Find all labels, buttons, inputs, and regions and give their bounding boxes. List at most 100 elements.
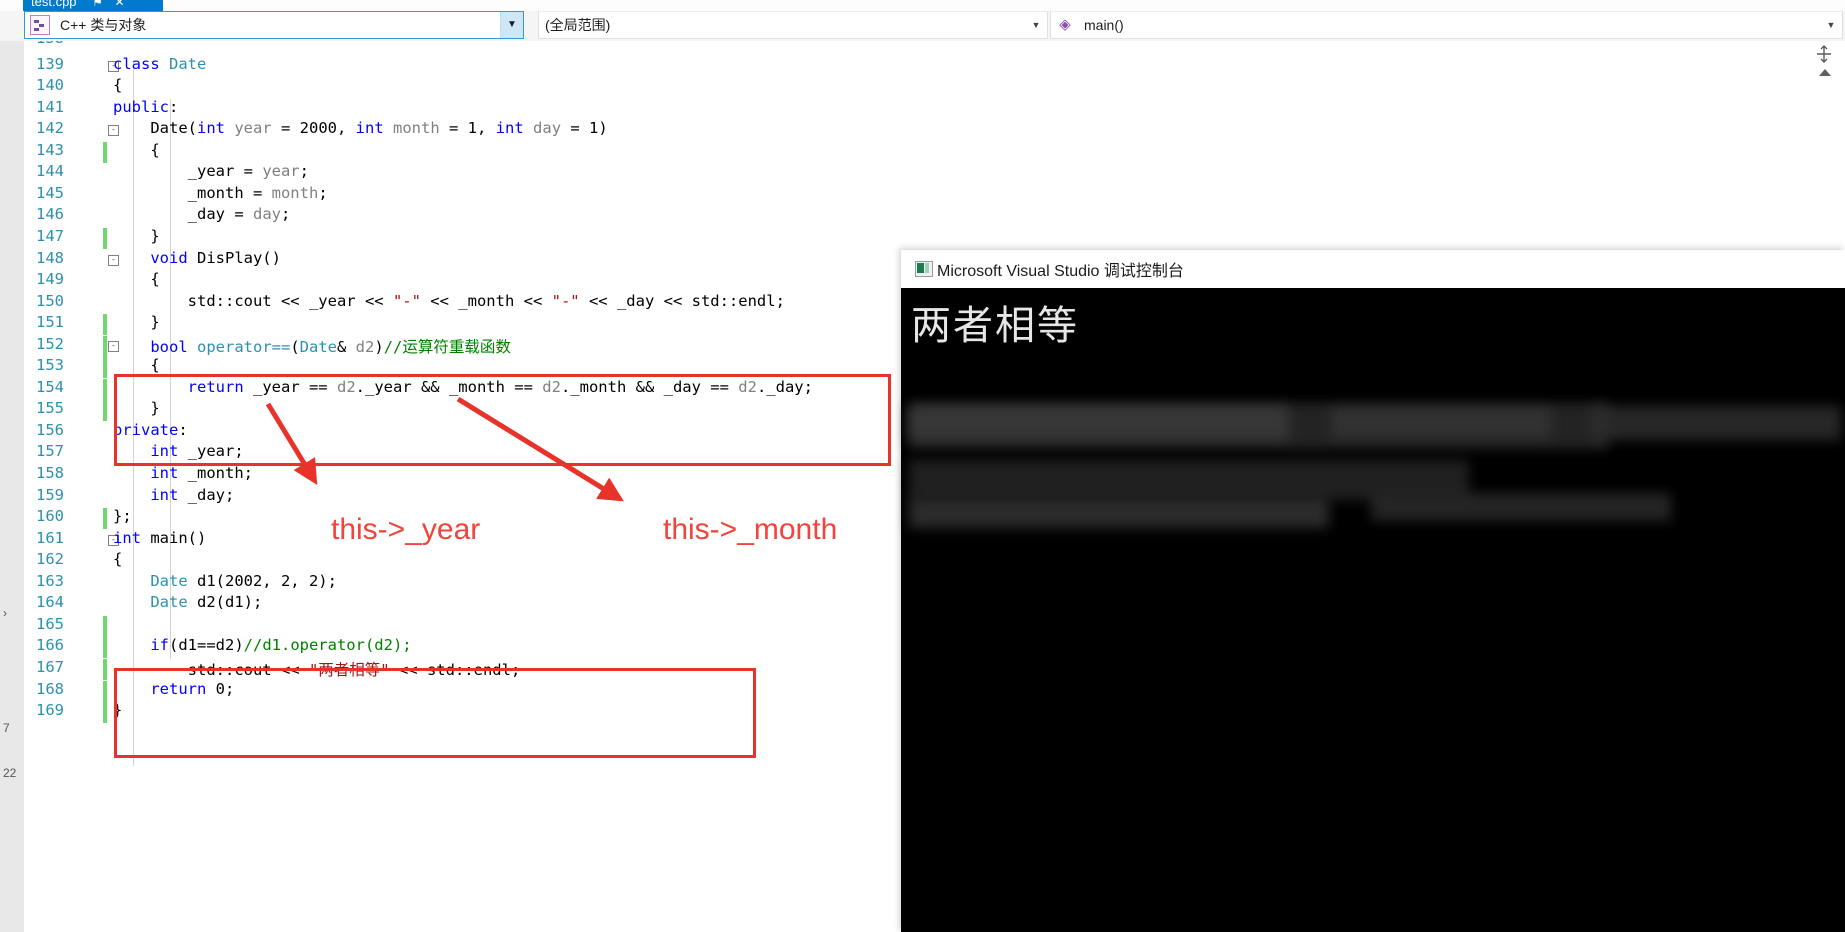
line-number: 146 [36,205,64,224]
scope-combo[interactable]: (全局范围) ▼ [538,11,1048,39]
code-token: int [150,485,179,504]
line-number: 163 [36,571,64,590]
code-line[interactable]: Date d1(2002, 2, 2); [113,572,337,590]
code-token: year [262,162,300,181]
left-margin-mark: 22 [3,766,17,780]
code-token: day [252,205,281,224]
line-number: 165 [36,614,64,633]
change-marker [103,637,107,659]
project-combo[interactable]: C++ 类与对象 ▼ [24,11,524,39]
line-number: 155 [36,399,64,418]
change-marker [103,378,107,400]
code-token: Date [299,337,337,356]
chevron-down-icon[interactable]: ▼ [1820,20,1842,30]
change-marker [103,141,107,163]
line-number: 149 [36,270,64,289]
code-token: int [113,528,141,547]
line-number: 152 [36,334,64,353]
line-number: 148 [36,248,64,267]
line-number: 150 [36,291,64,310]
code-token: _month = [113,183,272,202]
chevron-down-icon[interactable]: ▼ [500,12,523,38]
code-token: //运算符重载函数 [383,337,511,356]
change-marker [103,680,107,702]
change-marker [103,314,107,336]
line-number: 161 [36,528,64,547]
console-output-area[interactable]: 两者相等 [901,288,1845,932]
code-token: d2(d1); [187,593,263,612]
code-token: bool [150,337,188,356]
code-line[interactable]: int _day; [113,486,234,504]
code-token: public [113,97,169,116]
line-number: 141 [36,97,64,116]
code-token: } [113,313,160,332]
change-marker [103,357,107,379]
line-number: 168 [36,679,64,698]
code-line[interactable]: { [113,141,159,159]
code-line[interactable]: int main() [113,529,206,547]
code-line[interactable]: _month = month; [113,184,328,202]
console-output-line: 两者相等 [911,303,1079,349]
code-line[interactable]: public: [113,98,178,116]
code-token: ; [280,205,291,224]
editor-splitter-handle[interactable] [1813,43,1835,65]
line-number: 158 [36,464,64,482]
line-number: 147 [36,226,64,245]
code-line[interactable]: { [113,550,122,568]
code-token: Date [150,571,188,590]
cube-icon: ◈ [1059,16,1071,33]
scope-combo-value: (全局范围) [545,17,611,33]
code-token: { [113,270,160,289]
line-number: 164 [36,593,64,612]
line-number: 169 [36,701,64,720]
code-line[interactable]: } [113,313,160,332]
scroll-up-arrow-icon[interactable] [1819,69,1833,83]
member-combo-value: main() [1084,17,1124,33]
code-line[interactable]: bool operator==(Date& d2)//运算符重载函数 [113,335,511,357]
code-token: << _day << std::endl; [579,291,785,310]
code-token: d1(2002, 2, 2); [187,571,337,590]
line-number: 167 [36,657,64,676]
code-line[interactable]: } [113,227,159,245]
left-margin-mark: 7 [3,721,10,735]
code-token: Date [150,593,188,612]
code-token: DisPlay() [187,248,281,267]
console-app-icon [915,261,933,277]
code-token: = 1) [561,119,608,138]
code-line[interactable]: void DisPlay() [113,249,281,267]
code-token: Date [169,54,207,73]
code-line[interactable]: }; [113,507,132,525]
code-line[interactable]: { [113,76,122,94]
code-token: main() [141,528,207,547]
change-marker [103,615,107,637]
code-line[interactable]: if(d1==d2)//d1.operator(d2); [113,636,411,654]
code-token: int [150,464,179,482]
line-number: 144 [36,162,64,181]
line-number: 159 [36,485,64,504]
change-marker [103,658,107,680]
code-line[interactable]: std::cout << _year << "-" << _month << "… [113,292,785,310]
code-line[interactable]: { [113,270,160,289]
code-token: int [197,119,225,138]
debug-console-window[interactable]: Microsoft Visual Studio 调试控制台 两者相等 [901,250,1845,932]
code-line[interactable]: int _month; [113,464,253,482]
code-line[interactable]: { [113,356,159,374]
code-line[interactable]: class Date [113,55,206,73]
code-line[interactable]: Date d2(d1); [113,593,262,611]
line-number: 151 [36,313,64,332]
chevron-down-icon[interactable]: ▼ [1025,20,1047,30]
code-line[interactable]: _year = year; [113,162,309,180]
change-marker [103,335,107,357]
console-title-bar[interactable]: Microsoft Visual Studio 调试控制台 [901,250,1845,288]
line-number: 138 [20,41,64,47]
member-combo[interactable]: ◈ main() ▼ [1050,11,1843,39]
code-line[interactable]: Date(int year = 2000, int month = 1, int… [113,119,608,138]
code-line[interactable]: _day = day; [113,205,291,224]
